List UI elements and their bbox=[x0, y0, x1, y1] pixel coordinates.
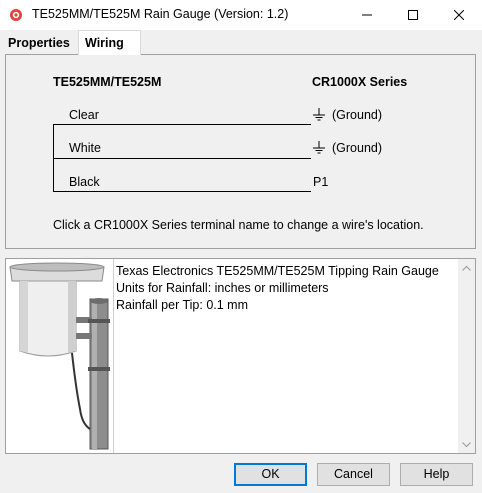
terminal-black[interactable]: P1 bbox=[313, 175, 328, 189]
terminal-white[interactable]: (Ground) bbox=[332, 141, 382, 155]
wire-label-clear: Clear bbox=[69, 108, 99, 122]
wire-label-white: White bbox=[69, 141, 101, 155]
sensor-header: TE525MM/TE525M bbox=[53, 75, 162, 89]
ground-icon bbox=[313, 141, 325, 154]
scroll-down-button[interactable] bbox=[458, 436, 475, 453]
description-line: Texas Electronics TE525MM/TE525M Tipping… bbox=[116, 264, 439, 278]
wiring-panel: TE525MM/TE525M CR1000X Series Clear (Gro… bbox=[5, 54, 476, 249]
rain-gauge-image bbox=[6, 259, 113, 453]
vertical-scrollbar[interactable] bbox=[458, 259, 475, 453]
app-icon bbox=[10, 9, 22, 21]
minimize-button[interactable] bbox=[344, 0, 390, 30]
maximize-icon bbox=[408, 10, 418, 20]
wire-label-black: Black bbox=[69, 175, 100, 189]
title-bar: TE525MM/TE525M Rain Gauge (Version: 1.2) bbox=[0, 0, 482, 30]
ok-button[interactable]: OK bbox=[234, 463, 307, 486]
wire-line-white bbox=[53, 158, 311, 159]
wire-line-clear bbox=[53, 124, 311, 125]
wire-line-black bbox=[53, 191, 311, 192]
wiring-instruction: Click a CR1000X Series terminal name to … bbox=[53, 218, 424, 232]
cancel-button[interactable]: Cancel bbox=[317, 463, 390, 486]
help-button[interactable]: Help bbox=[400, 463, 473, 486]
image-divider bbox=[113, 259, 114, 453]
ground-icon bbox=[313, 108, 325, 121]
maximize-button[interactable] bbox=[390, 0, 436, 30]
logger-header: CR1000X Series bbox=[312, 75, 408, 89]
tab-wiring[interactable]: Wiring bbox=[78, 30, 141, 55]
close-icon bbox=[454, 10, 464, 20]
description-line: Units for Rainfall: inches or millimeter… bbox=[116, 281, 329, 295]
minimize-icon bbox=[362, 14, 372, 16]
terminal-clear[interactable]: (Ground) bbox=[332, 108, 382, 122]
sensor-description: Texas Electronics TE525MM/TE525M Tipping… bbox=[116, 263, 439, 314]
close-button[interactable] bbox=[436, 0, 482, 30]
tab-strip: Properties Wiring bbox=[0, 30, 482, 55]
sensor-info-panel: Texas Electronics TE525MM/TE525M Tipping… bbox=[5, 258, 476, 454]
scroll-up-button[interactable] bbox=[458, 259, 475, 276]
tab-properties[interactable]: Properties bbox=[3, 33, 79, 54]
window-title: TE525MM/TE525M Rain Gauge (Version: 1.2) bbox=[32, 7, 289, 21]
description-line: Rainfall per Tip: 0.1 mm bbox=[116, 298, 248, 312]
chevron-down-icon bbox=[462, 441, 471, 447]
chevron-up-icon bbox=[462, 265, 471, 271]
